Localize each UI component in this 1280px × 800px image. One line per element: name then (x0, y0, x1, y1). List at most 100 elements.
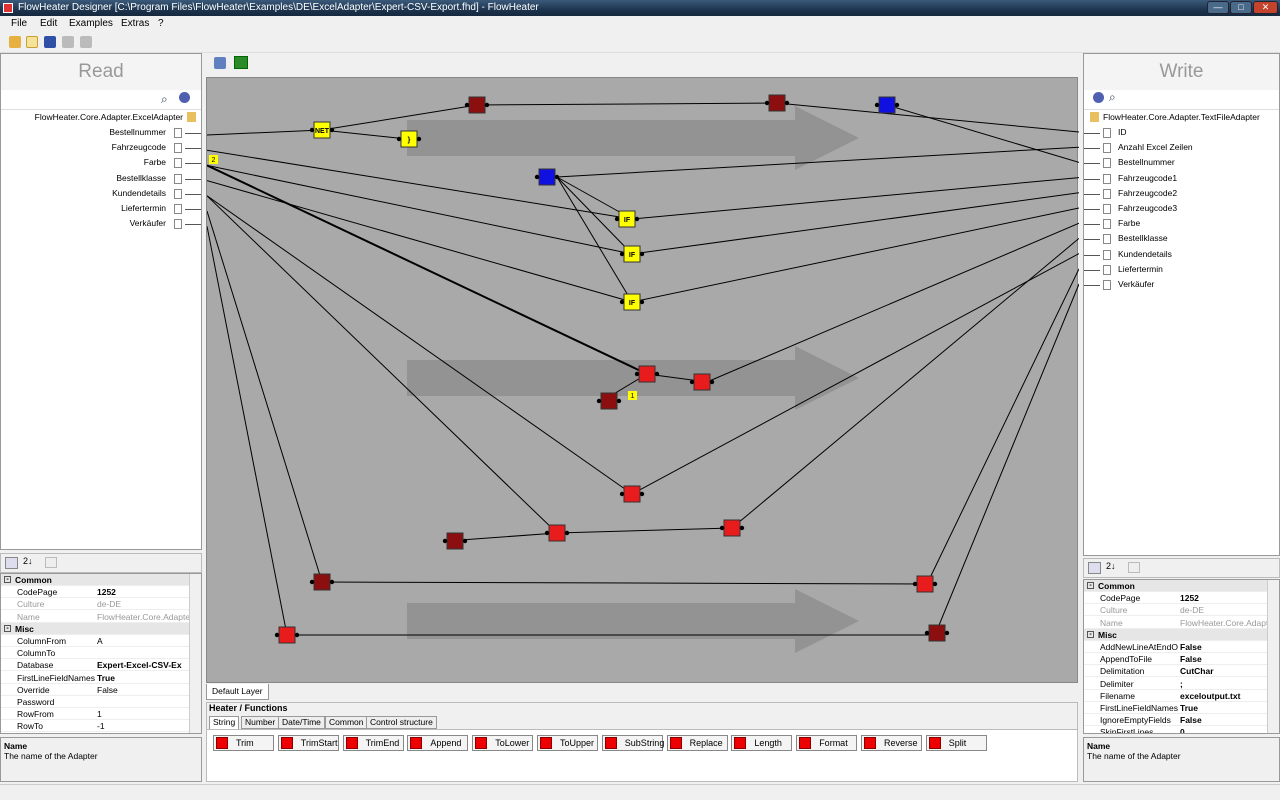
gear-icon[interactable] (179, 92, 190, 103)
property-row[interactable]: Name FlowHeater.Core.Adapte (1084, 617, 1267, 629)
menu-help[interactable]: ? (158, 17, 164, 31)
trimend-function-button[interactable]: TrimEnd (342, 735, 404, 751)
property-row[interactable]: AppendToFile False (1084, 653, 1267, 666)
property-value[interactable]: 1252 (97, 586, 189, 598)
read-field-6[interactable]: Verkäufer (1, 218, 201, 232)
fit-view-icon[interactable] (234, 56, 248, 69)
property-value[interactable]: 1252 (1180, 592, 1267, 604)
property-category[interactable]: - Common (1, 574, 189, 586)
tab-date-time[interactable]: Date/Time (278, 716, 325, 729)
write-field-5[interactable]: Fahrzeugcode3 (1084, 203, 1279, 217)
search-icon[interactable]: ⌕ (1109, 90, 1116, 105)
redo-icon[interactable] (80, 36, 92, 48)
collapse-icon[interactable]: - (4, 624, 11, 632)
read-field-5[interactable]: Liefertermin (1, 203, 201, 217)
write-field-7[interactable]: Bestellklasse (1084, 233, 1279, 247)
property-value[interactable]: True (97, 672, 189, 684)
property-row[interactable]: Filename exceloutput.txt (1084, 690, 1267, 702)
property-row[interactable]: Database Expert-Excel-CSV-Ex (1, 659, 189, 672)
property-value[interactable]: CutChar (1180, 665, 1267, 677)
substring-function-button[interactable]: SubString (601, 735, 664, 751)
write-field-8[interactable]: Kundendetails (1084, 249, 1279, 263)
close-button[interactable]: ✕ (1253, 1, 1278, 14)
property-row[interactable]: RowFrom 1 (1, 708, 189, 721)
property-row[interactable]: FirstLineFieldNames True (1084, 702, 1267, 714)
search-icon[interactable]: ⌕ (161, 92, 168, 107)
property-row[interactable]: AddNewLineAtEndO False (1084, 641, 1267, 653)
property-row[interactable]: Culture de-DE (1084, 604, 1267, 617)
property-value[interactable]: False (1180, 641, 1267, 653)
menu-examples[interactable]: Examples (69, 17, 113, 31)
property-row[interactable]: Name FlowHeater.Core.Adapter (1, 611, 189, 623)
property-value[interactable]: 1 (97, 708, 189, 720)
categorized-icon[interactable] (1088, 562, 1101, 574)
read-props-scrollbar[interactable] (189, 574, 201, 733)
property-row[interactable]: Delimitation CutChar (1084, 665, 1267, 678)
write-props-scrollbar[interactable] (1267, 580, 1279, 733)
property-value[interactable]: A (97, 635, 189, 647)
property-value[interactable]: FlowHeater.Core.Adapte (1180, 617, 1267, 629)
trim-function-button[interactable]: Trim (213, 735, 274, 751)
read-field-3[interactable]: Bestellklasse (1, 173, 201, 187)
property-value[interactable]: True (1180, 702, 1267, 714)
tab-common[interactable]: Common (325, 716, 368, 729)
property-category[interactable]: - Common (1084, 580, 1267, 592)
replace-function-button[interactable]: Replace (666, 735, 728, 751)
read-adapter-node[interactable]: FlowHeater.Core.Adapter.ExcelAdapter (35, 112, 183, 122)
tab-number[interactable]: Number (241, 716, 280, 729)
property-value[interactable]: False (1180, 653, 1267, 665)
split-function-button[interactable]: Split (925, 735, 987, 751)
read-field-4[interactable]: Kundendetails (1, 188, 201, 202)
sort-alpha-icon[interactable]: 2↓ (1106, 561, 1116, 571)
property-category[interactable]: - Misc (1, 622, 189, 635)
design-canvas[interactable]: NET} IF IF IF 2 1 (206, 77, 1080, 683)
property-value[interactable]: False (97, 684, 189, 696)
reverse-function-button[interactable]: Reverse (861, 735, 922, 751)
property-row[interactable]: CodePage 1252 (1, 586, 189, 599)
write-field-2[interactable]: Bestellnummer (1084, 157, 1279, 171)
tab-default-layer[interactable]: Default Layer (206, 684, 269, 700)
format-function-button[interactable]: Format (796, 735, 858, 751)
property-value[interactable]: Expert-Excel-CSV-Ex (97, 659, 189, 671)
write-field-1[interactable]: Anzahl Excel Zeilen (1084, 142, 1279, 156)
write-field-6[interactable]: Farbe (1084, 218, 1279, 232)
tab-control-structure[interactable]: Control structure (366, 716, 437, 729)
menu-extras[interactable]: Extras (121, 17, 149, 31)
tab-string[interactable]: String (209, 716, 240, 729)
menu-file[interactable]: File (11, 17, 27, 31)
property-row[interactable]: SkipFirstLines 0 (1084, 726, 1267, 733)
read-field-2[interactable]: Farbe (1, 157, 201, 171)
length-function-button[interactable]: Length (731, 735, 793, 751)
auto-layout-icon[interactable] (214, 57, 226, 69)
toupper-function-button[interactable]: ToUpper (537, 735, 598, 751)
property-row[interactable]: ColumnFrom A (1, 635, 189, 647)
write-field-10[interactable]: Verkäufer (1084, 279, 1279, 293)
tolower-function-button[interactable]: ToLower (472, 735, 534, 751)
property-row[interactable]: IgnoreEmptyFields False (1084, 714, 1267, 727)
property-value[interactable]: 0 (1180, 726, 1267, 733)
property-row[interactable]: Delimiter; (1084, 678, 1267, 690)
property-value[interactable]: de-DE (1180, 604, 1267, 616)
collapse-icon[interactable]: - (1087, 582, 1094, 589)
property-value[interactable]: de-DE (97, 598, 189, 610)
menu-edit[interactable]: Edit (40, 17, 57, 31)
save-icon[interactable] (44, 36, 56, 48)
write-field-0[interactable]: ID (1084, 127, 1279, 141)
maximize-button[interactable]: □ (1230, 1, 1252, 14)
property-row[interactable]: FirstLineFieldNames True (1, 672, 189, 684)
property-value[interactable]: exceloutput.txt (1180, 690, 1267, 702)
open-icon[interactable] (9, 36, 21, 48)
minimize-button[interactable]: — (1207, 1, 1229, 14)
property-pages-icon[interactable] (45, 557, 57, 568)
new-icon[interactable] (26, 36, 38, 48)
collapse-icon[interactable]: - (1087, 630, 1094, 638)
write-field-9[interactable]: Liefertermin (1084, 264, 1279, 278)
collapse-icon[interactable]: - (4, 576, 11, 583)
read-field-1[interactable]: Fahrzeugcode (1, 142, 201, 156)
property-pages-icon[interactable] (1128, 562, 1140, 573)
sort-alpha-icon[interactable]: 2↓ (23, 556, 33, 566)
gear-icon[interactable] (1093, 92, 1104, 103)
property-row[interactable]: Password (1, 696, 189, 708)
append-function-button[interactable]: Append (407, 735, 469, 751)
property-value[interactable]: -1 (97, 720, 189, 732)
